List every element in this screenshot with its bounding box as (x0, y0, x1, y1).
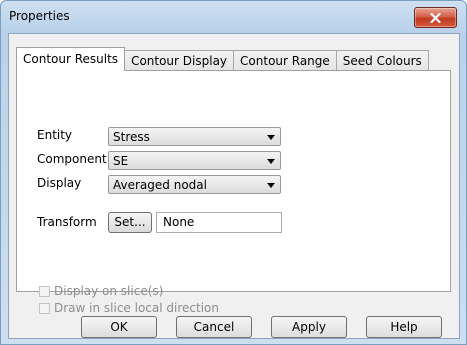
window-title: Properties (9, 9, 70, 23)
component-value: SE (113, 154, 129, 168)
apply-button[interactable]: Apply (271, 316, 347, 338)
chevron-down-icon (267, 183, 275, 188)
draw-in-slice-label: Draw in slice local direction (54, 301, 219, 315)
display-value: Averaged nodal (113, 178, 207, 192)
display-on-slice-checkbox-row[interactable]: Display on slice(s) (39, 284, 163, 298)
chevron-down-icon (267, 159, 275, 164)
transform-label: Transform (37, 215, 97, 229)
transform-set-button[interactable]: Set... (108, 212, 152, 233)
tab-contour-results[interactable]: Contour Results (16, 47, 126, 71)
contour-results-panel: Entity Stress Component SE Display Avera… (16, 70, 451, 315)
draw-in-slice-checkbox-row[interactable]: Draw in slice local direction (39, 301, 219, 315)
transform-value-field: None (156, 212, 282, 233)
dialog-client-area: Contour Results Contour Display Contour … (8, 33, 460, 339)
close-icon (430, 12, 441, 23)
tab-seed-colours[interactable]: Seed Colours (335, 50, 429, 71)
component-dropdown[interactable]: SE (108, 151, 281, 170)
close-button[interactable] (414, 7, 457, 28)
properties-dialog: Properties Contour Results Contour Displ… (0, 0, 467, 345)
entity-dropdown[interactable]: Stress (108, 127, 281, 146)
display-label: Display (37, 176, 82, 190)
help-button[interactable]: Help (366, 316, 442, 338)
draw-in-slice-checkbox[interactable] (39, 302, 50, 314)
display-on-slice-label: Display on slice(s) (54, 284, 164, 298)
chevron-down-icon (267, 135, 275, 140)
tab-contour-display[interactable]: Contour Display (124, 50, 235, 71)
entity-label: Entity (37, 128, 73, 142)
title-bar[interactable]: Properties (1, 1, 466, 33)
display-on-slice-checkbox[interactable] (39, 285, 50, 297)
cancel-button[interactable]: Cancel (176, 316, 252, 338)
ok-button[interactable]: OK (81, 316, 157, 338)
tab-strip: Contour Results Contour Display Contour … (16, 47, 429, 71)
display-dropdown[interactable]: Averaged nodal (108, 175, 281, 194)
entity-value: Stress (113, 130, 150, 144)
tab-contour-range[interactable]: Contour Range (233, 50, 337, 71)
component-label: Component (37, 152, 107, 166)
